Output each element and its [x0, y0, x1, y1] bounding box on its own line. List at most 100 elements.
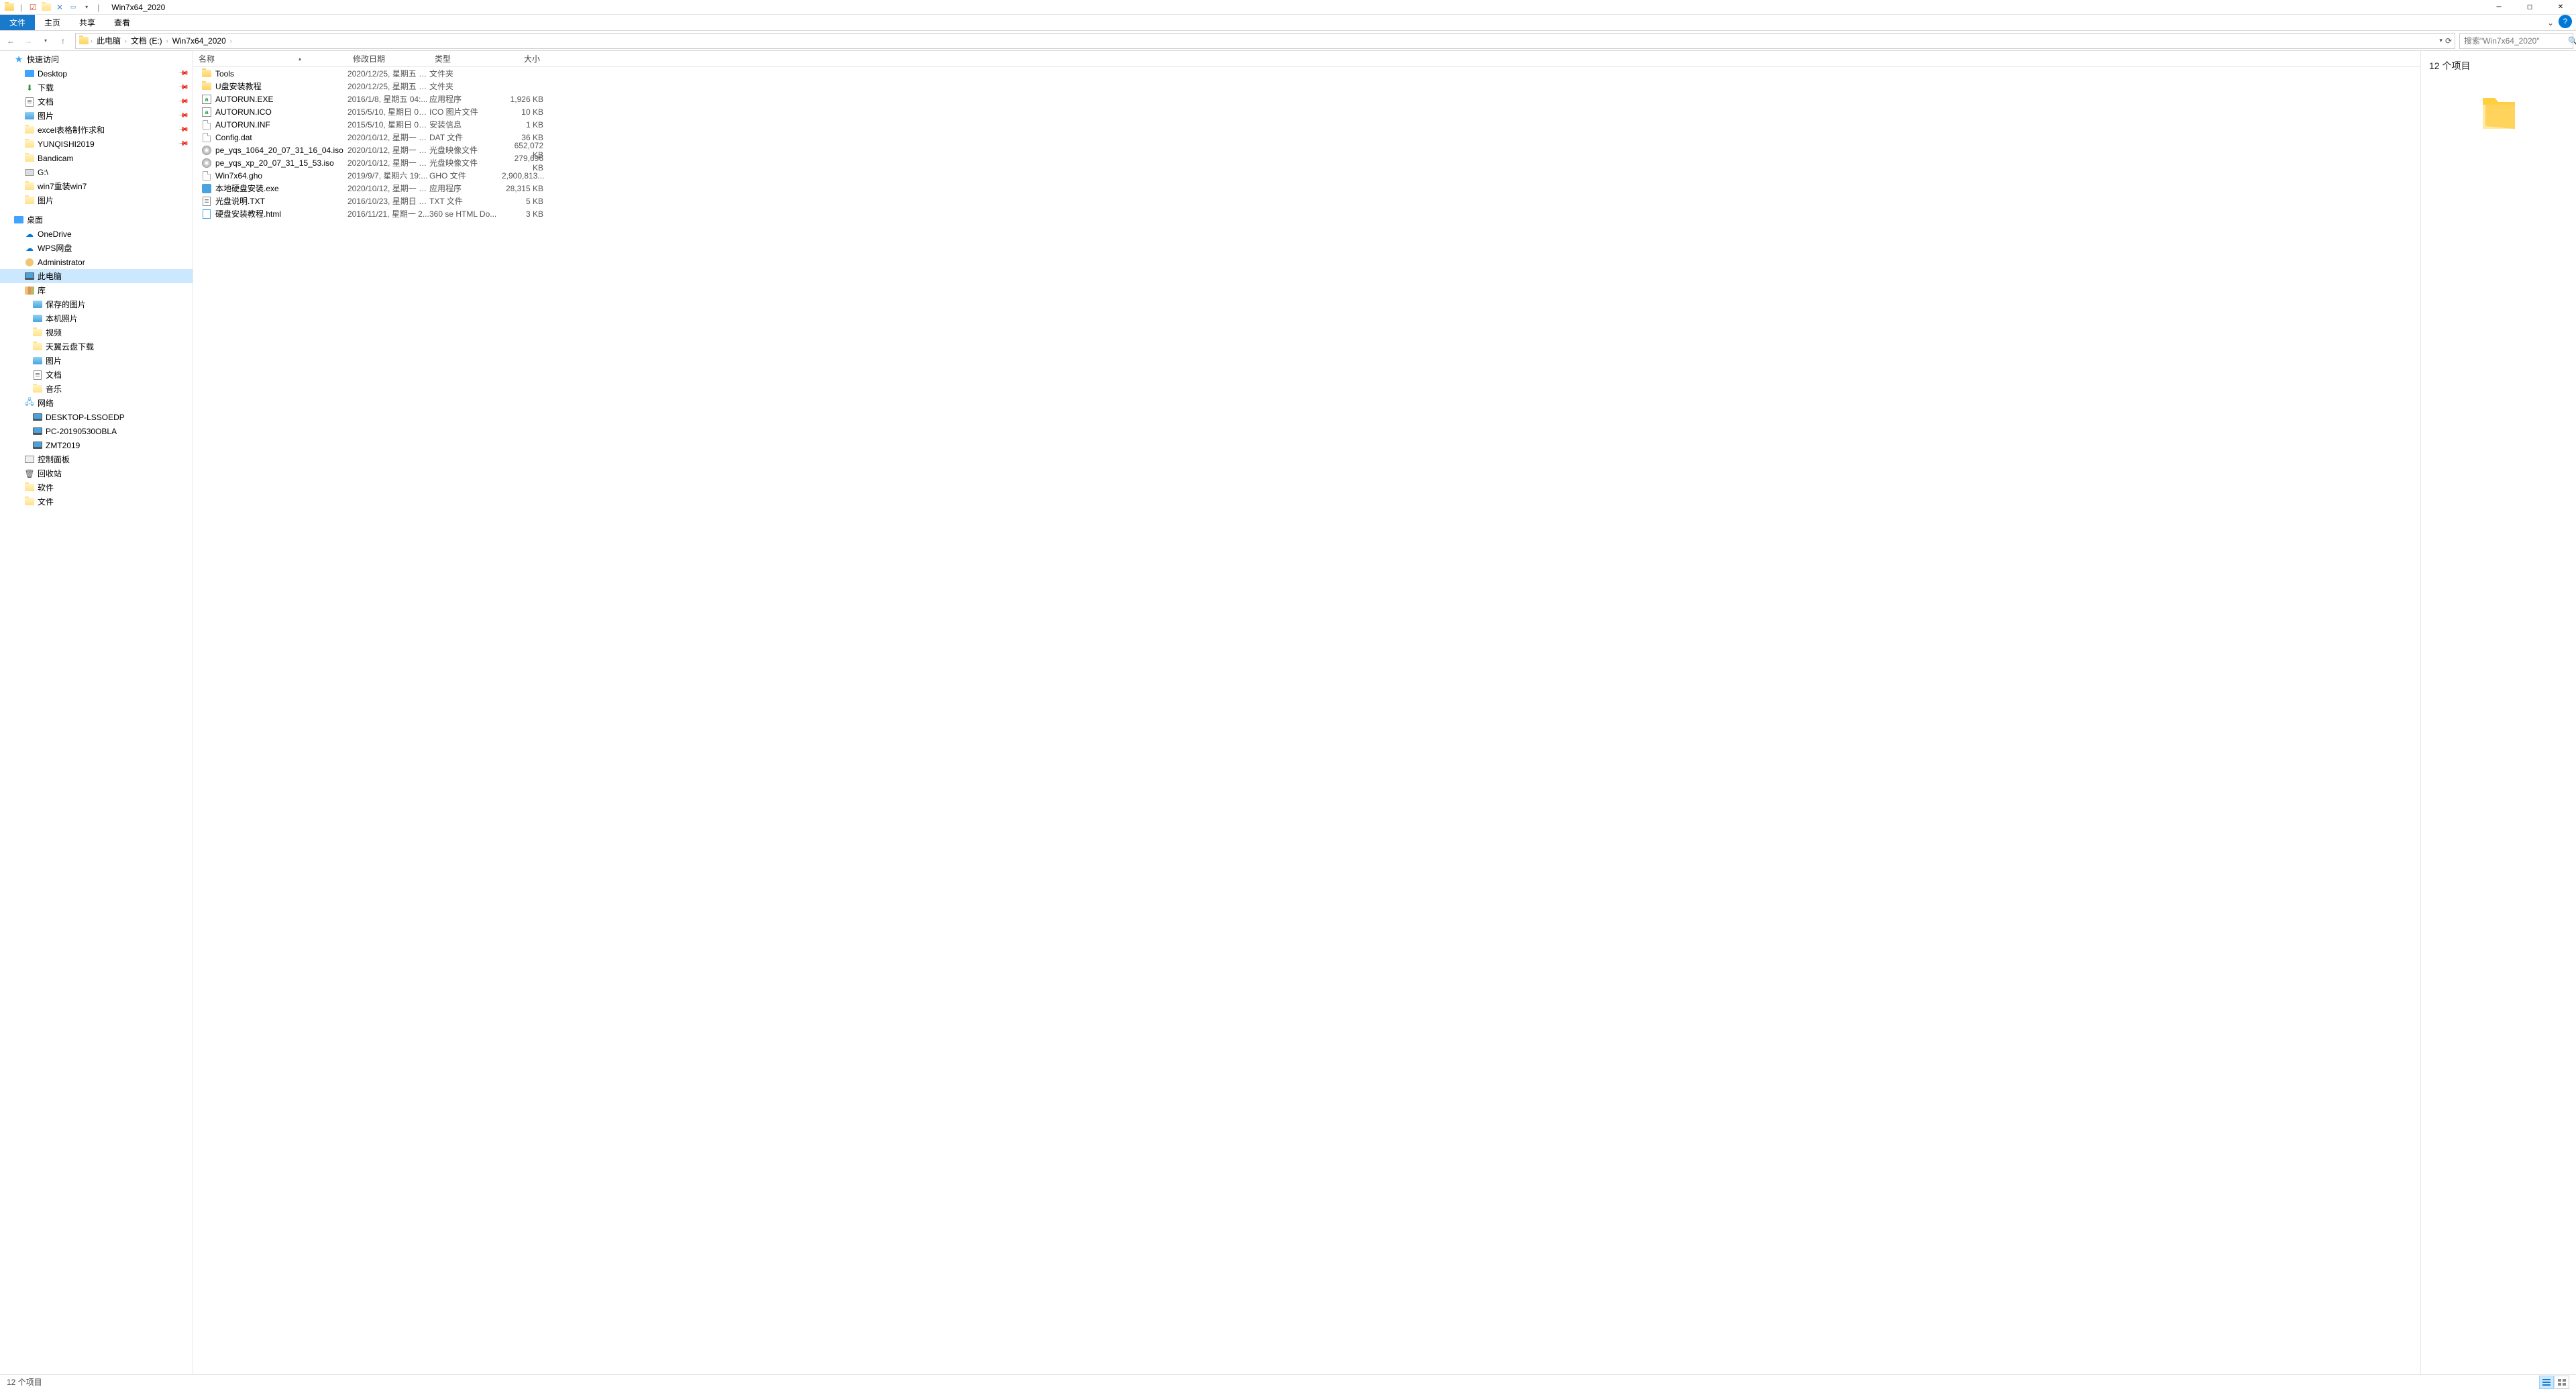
file-row[interactable]: 光盘说明.TXT2016/10/23, 星期日 0...TXT 文件5 KB [193, 195, 2420, 207]
search-icon[interactable]: 🔍 [2568, 36, 2576, 46]
ribbon-tab-home[interactable]: 主页 [35, 15, 70, 30]
ic-panel-icon [24, 454, 35, 465]
tree-item[interactable]: Desktop📌 [0, 66, 193, 81]
tree-item[interactable]: 音乐 [0, 382, 193, 396]
minimize-button[interactable]: ─ [2483, 0, 2514, 15]
file-row[interactable]: pe_yqs_xp_20_07_31_15_53.iso2020/10/12, … [193, 156, 2420, 169]
close-button[interactable]: ✕ [2545, 0, 2576, 15]
file-date: 2016/1/8, 星期五 04:... [347, 93, 429, 105]
breadcrumb-item[interactable]: 文档 (E:) [128, 35, 165, 46]
file-type-icon [201, 68, 212, 79]
tree-item[interactable]: 图片📌 [0, 109, 193, 123]
file-row[interactable]: AUTORUN.ICO2015/5/10, 星期日 02...ICO 图片文件1… [193, 105, 2420, 118]
tree-item[interactable]: 文件 [0, 495, 193, 509]
tree-item[interactable]: Administrator [0, 255, 193, 269]
rename-icon[interactable]: ▭ [68, 2, 78, 13]
file-row[interactable]: Tools2020/12/25, 星期五 1...文件夹 [193, 67, 2420, 80]
ic-folder-dim-icon [32, 342, 43, 352]
tree-item[interactable]: PC-20190530OBLA [0, 424, 193, 438]
column-header-type[interactable]: 类型 [429, 53, 502, 64]
ribbon-tab-file[interactable]: 文件 [0, 15, 35, 30]
chevron-right-icon[interactable]: › [91, 38, 93, 44]
tree-item[interactable]: ☁WPS网盘 [0, 241, 193, 255]
tree-item[interactable]: ★快速访问 [0, 52, 193, 66]
content-area: ★快速访问Desktop📌⬇下载📌文档📌图片📌excel表格制作求和📌YUNQI… [0, 51, 2576, 1374]
tree-item-label: PC-20190530OBLA [46, 427, 117, 436]
tree-item[interactable]: G:\ [0, 165, 193, 179]
column-header-size[interactable]: 大小 [502, 53, 549, 64]
tree-item[interactable]: 🗑回收站 [0, 466, 193, 480]
tree-item[interactable]: 天翼云盘下载 [0, 340, 193, 354]
maximize-button[interactable]: ◻ [2514, 0, 2545, 15]
search-box[interactable]: 🔍 [2459, 33, 2573, 49]
file-date: 2016/10/23, 星期日 0... [347, 195, 429, 207]
file-row[interactable]: AUTORUN.INF2015/5/10, 星期日 02...安装信息1 KB [193, 118, 2420, 131]
large-icons-view-button[interactable] [2555, 1376, 2569, 1389]
forward-button[interactable]: → [20, 33, 36, 49]
qat-dropdown-icon[interactable]: ▾ [81, 2, 92, 13]
tree-item[interactable]: DESKTOP-LSSOEDP [0, 410, 193, 424]
tree-item[interactable]: 视频 [0, 325, 193, 340]
ic-pic-icon [32, 299, 43, 310]
tree-item[interactable]: ⬇下载📌 [0, 81, 193, 95]
chevron-right-icon[interactable]: › [125, 38, 127, 44]
file-row[interactable]: 本地硬盘安装.exe2020/10/12, 星期一 1...应用程序28,315… [193, 182, 2420, 195]
tree-item[interactable]: win7重装win7 [0, 179, 193, 193]
file-name: U盘安装教程 [215, 81, 262, 92]
new-folder-icon[interactable] [41, 2, 52, 13]
address-bar[interactable]: › 此电脑 › 文档 (E:) › Win7x64_2020 › ▾ ⟳ [75, 33, 2455, 49]
tree-item[interactable]: 软件 [0, 480, 193, 495]
column-header-date[interactable]: 修改日期 [347, 53, 429, 64]
tree-item[interactable]: 库 [0, 283, 193, 297]
tree-item-label: DESKTOP-LSSOEDP [46, 413, 125, 422]
address-dropdown-icon[interactable]: ▾ [2439, 37, 2443, 44]
tree-item[interactable]: ZMT2019 [0, 438, 193, 452]
file-row[interactable]: U盘安装教程2020/12/25, 星期五 1...文件夹 [193, 80, 2420, 93]
refresh-icon[interactable]: ⟳ [2445, 36, 2452, 46]
tree-item[interactable]: ☁OneDrive [0, 227, 193, 241]
tree-item[interactable]: 此电脑 [0, 269, 193, 283]
ribbon-tab-view[interactable]: 查看 [105, 15, 140, 30]
details-view-button[interactable] [2539, 1376, 2554, 1389]
tree-item[interactable]: Bandicam [0, 151, 193, 165]
breadcrumb-item[interactable]: Win7x64_2020 [170, 36, 229, 46]
up-button[interactable]: ↑ [55, 33, 71, 49]
file-name: Tools [215, 69, 234, 79]
ribbon-expand-icon[interactable]: ⌄ [2542, 15, 2559, 30]
file-row[interactable]: Win7x64.gho2019/9/7, 星期六 19:...GHO 文件2,9… [193, 169, 2420, 182]
help-icon[interactable]: ? [2559, 15, 2572, 28]
ribbon-tab-share[interactable]: 共享 [70, 15, 105, 30]
properties-icon[interactable]: ☑ [28, 2, 38, 13]
folder-icon [78, 36, 89, 46]
column-header-name[interactable]: 名称 ▴ [193, 53, 347, 64]
tree-item[interactable]: 🖧网络 [0, 396, 193, 410]
ic-folder-dim-icon [24, 181, 35, 192]
file-date: 2015/5/10, 星期日 02... [347, 119, 429, 130]
search-input[interactable] [2464, 36, 2568, 46]
chevron-right-icon[interactable]: › [166, 38, 168, 44]
tree-item[interactable]: 本机照片 [0, 311, 193, 325]
tree-item[interactable]: 图片 [0, 193, 193, 207]
tree-item[interactable]: 保存的图片 [0, 297, 193, 311]
back-button[interactable]: ← [3, 33, 19, 49]
tree-item[interactable]: 桌面 [0, 213, 193, 227]
tree-item[interactable]: YUNQISHI2019📌 [0, 137, 193, 151]
delete-icon[interactable]: ✕ [54, 2, 65, 13]
tree-item-label: 快速访问 [27, 54, 59, 65]
file-type-icon [201, 119, 212, 130]
chevron-right-icon[interactable]: › [230, 38, 232, 44]
tree-item[interactable]: excel表格制作求和📌 [0, 123, 193, 137]
tree-item[interactable]: 图片 [0, 354, 193, 368]
file-name: AUTORUN.ICO [215, 107, 272, 117]
ic-star-icon: ★ [13, 54, 24, 65]
tree-item[interactable]: 文档📌 [0, 95, 193, 109]
tree-item-label: 图片 [46, 355, 62, 366]
breadcrumb-item[interactable]: 此电脑 [94, 35, 123, 46]
file-row[interactable]: 硬盘安装教程.html2016/11/21, 星期一 2...360 se HT… [193, 207, 2420, 220]
tree-item[interactable]: 控制面板 [0, 452, 193, 466]
tree-item[interactable]: 文档 [0, 368, 193, 382]
recent-dropdown[interactable]: ▾ [38, 33, 54, 49]
tree-item-label: 文档 [46, 369, 62, 380]
file-type: DAT 文件 [429, 132, 502, 143]
file-row[interactable]: AUTORUN.EXE2016/1/8, 星期五 04:...应用程序1,926… [193, 93, 2420, 105]
